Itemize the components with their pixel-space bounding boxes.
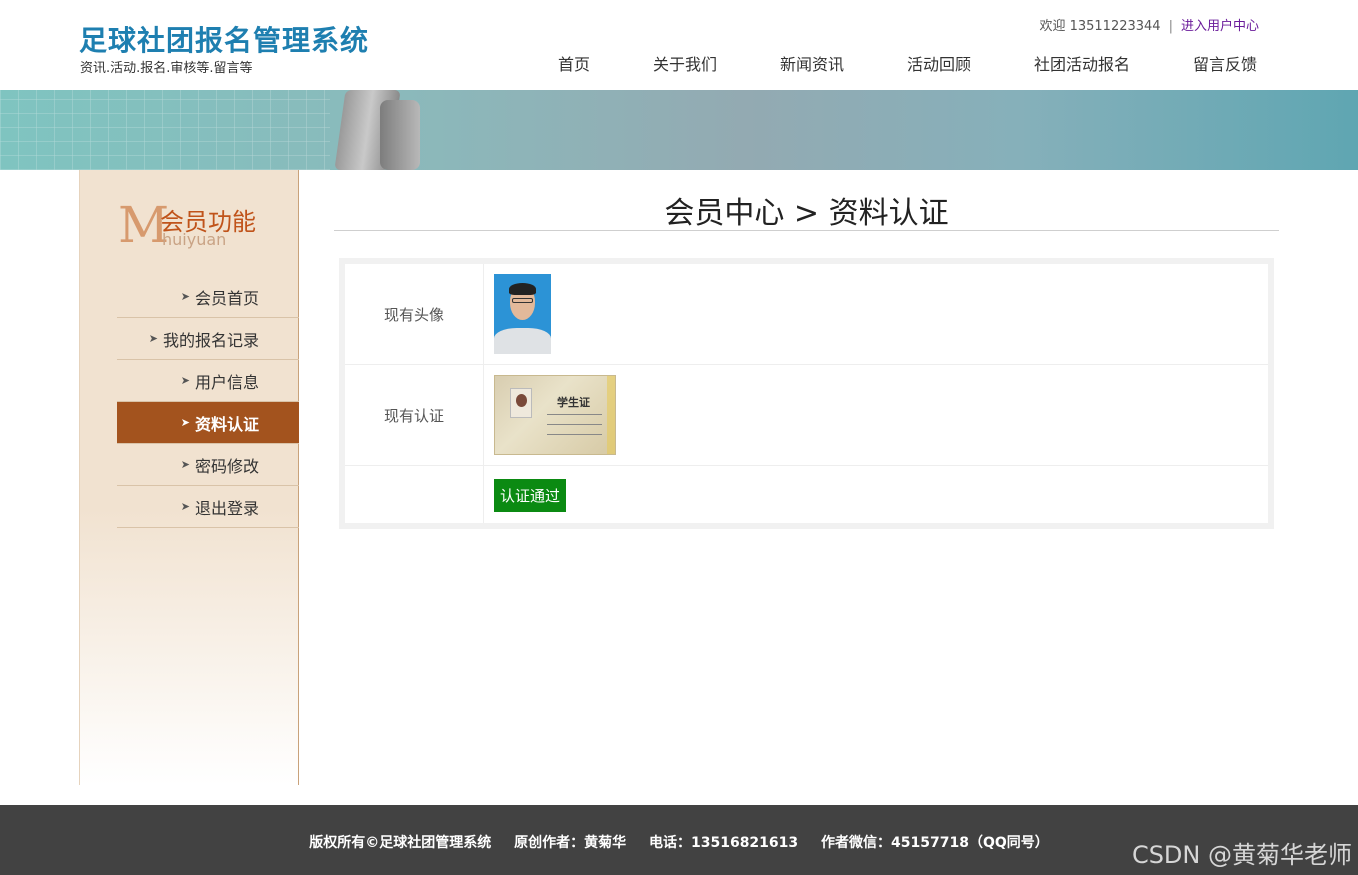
sidebar-item-label: 密码修改 xyxy=(194,456,259,476)
sidebar-heading-en: huiyuan xyxy=(162,230,227,249)
chevron-right-icon: ➤ xyxy=(180,458,190,471)
status-row: 认证通过 xyxy=(345,466,1268,523)
sidebar-item-signup-records[interactable]: ➤ 我的报名记录 xyxy=(117,318,299,360)
certificate-value: 学生证 xyxy=(494,375,616,455)
chevron-right-icon: ➤ xyxy=(180,374,190,387)
certificate-row: 现有认证 学生证 xyxy=(345,365,1268,466)
nav-item-review[interactable]: 活动回顾 xyxy=(907,51,971,75)
sidebar-item-label: 我的报名记录 xyxy=(162,330,259,350)
sidebar-item-label: 用户信息 xyxy=(194,372,259,392)
nav-item-home[interactable]: 首页 xyxy=(558,51,590,75)
footer-wechat: 作者微信：45157718（QQ同号） xyxy=(821,835,1049,851)
csdn-watermark: CSDN @黄菊华老师 xyxy=(1131,841,1352,869)
footer-copyright: 版权所有©足球社团管理系统 xyxy=(309,835,492,851)
certificate-label: 现有认证 xyxy=(345,365,484,465)
banner-pattern xyxy=(0,90,330,170)
sidebar-item-change-password[interactable]: ➤ 密码修改 xyxy=(117,444,299,486)
welcome-bar: 欢迎 13511223344 | 进入用户中心 xyxy=(1039,15,1259,34)
sidebar-item-label: 会员首页 xyxy=(194,288,259,308)
site-title[interactable]: 足球社团报名管理系统 xyxy=(79,19,369,59)
member-sidebar: M 会员功能 huiyuan ➤ 会员首页 ➤ 我的报名记录 ➤ 用户信息 ➤ 资料认证… xyxy=(79,170,299,785)
sidebar-item-label: 资料认证 xyxy=(194,414,259,434)
verification-passed-badge[interactable]: 认证通过 xyxy=(494,479,567,512)
chevron-right-icon: ➤ xyxy=(148,332,158,345)
chevron-right-icon: ➤ xyxy=(180,500,190,513)
welcome-separator: | xyxy=(1168,19,1173,34)
status-value: 认证通过 xyxy=(494,479,567,512)
student-card-title: 学生证 xyxy=(557,396,590,409)
chevron-right-icon: ➤ xyxy=(180,290,190,303)
footer-author: 原创作者：黄菊华 xyxy=(514,835,627,851)
avatar-row: 现有头像 xyxy=(345,264,1268,365)
site-subtitle: 资讯.活动.报名.审核等.留言等 xyxy=(80,61,253,76)
sidebar-item-logout[interactable]: ➤ 退出登录 xyxy=(117,486,299,528)
nav-item-news[interactable]: 新闻资讯 xyxy=(780,51,844,75)
verification-panel: 现有头像 现有认证 学生证 认证通过 xyxy=(339,258,1274,529)
status-label xyxy=(345,466,484,523)
hero-banner xyxy=(0,90,1358,170)
sidebar-item-verification[interactable]: ➤ 资料认证 xyxy=(117,402,299,444)
page-title: 会员中心 > 资料认证 xyxy=(334,188,1279,231)
robot-arm-joint-image xyxy=(380,100,420,170)
avatar-label: 现有头像 xyxy=(345,264,484,364)
site-footer: 版权所有©足球社团管理系统 原创作者：黄菊华 电话：13516821613 作者… xyxy=(0,805,1358,875)
sidebar-item-user-info[interactable]: ➤ 用户信息 xyxy=(117,360,299,402)
sidebar-menu: ➤ 会员首页 ➤ 我的报名记录 ➤ 用户信息 ➤ 资料认证 ➤ 密码修改 ➤ 退出登录 xyxy=(117,276,299,528)
sidebar-item-label: 退出登录 xyxy=(194,498,259,518)
footer-phone: 电话：13516821613 xyxy=(648,835,799,851)
nav-item-feedback[interactable]: 留言反馈 xyxy=(1193,51,1257,75)
nav-item-about[interactable]: 关于我们 xyxy=(653,51,717,75)
site-header: 足球社团报名管理系统 资讯.活动.报名.审核等.留言等 欢迎 135112233… xyxy=(0,0,1358,90)
chevron-right-icon: ➤ xyxy=(180,416,190,429)
avatar-value xyxy=(494,274,551,354)
sidebar-item-member-home[interactable]: ➤ 会员首页 xyxy=(117,276,299,318)
nav-item-signup[interactable]: 社团活动报名 xyxy=(1034,51,1130,75)
sidebar-heading: M 会员功能 huiyuan xyxy=(118,200,278,250)
avatar-image xyxy=(494,274,551,354)
welcome-text: 欢迎 13511223344 xyxy=(1039,19,1161,34)
student-card-image: 学生证 xyxy=(494,375,616,455)
user-center-link[interactable]: 进入用户中心 xyxy=(1181,19,1259,34)
